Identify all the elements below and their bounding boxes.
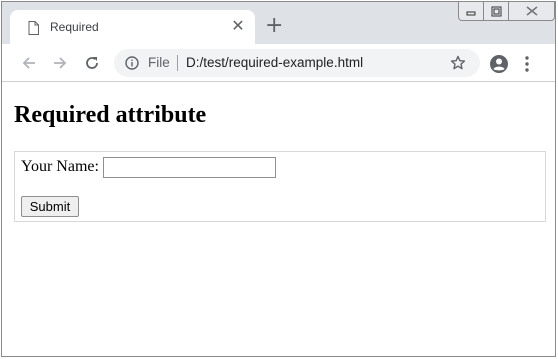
address-bar[interactable]: File D:/test/required-example.html	[114, 49, 480, 77]
name-label: Your Name:	[21, 158, 99, 175]
reload-icon	[86, 57, 98, 69]
close-tab-icon[interactable]: ✕	[230, 19, 246, 35]
minimize-button[interactable]	[458, 2, 484, 21]
restore-icon	[491, 6, 501, 16]
star-icon[interactable]	[450, 55, 466, 71]
page-content: Required attribute Your Name: Submit	[2, 83, 555, 356]
close-icon	[526, 6, 537, 16]
toolbar: File D:/test/required-example.html	[2, 44, 555, 82]
info-icon[interactable]	[125, 56, 139, 70]
tab-required[interactable]: Required ✕	[10, 10, 255, 44]
page-title: Required attribute	[14, 102, 207, 128]
window-controls	[458, 2, 555, 22]
name-input[interactable]	[103, 157, 276, 178]
minimize-icon	[466, 11, 476, 16]
page-icon	[28, 21, 39, 35]
tab-title: Required	[50, 20, 99, 34]
omnibox-divider	[177, 55, 178, 71]
restore-button[interactable]	[484, 2, 509, 21]
close-window-button[interactable]	[509, 2, 555, 21]
browser-window: Required ✕ + File D:/test/required-examp…	[1, 1, 556, 357]
url-text[interactable]: D:/test/required-example.html	[186, 55, 363, 70]
back-button[interactable]	[19, 53, 39, 73]
back-arrow-icon	[22, 57, 35, 69]
form-fieldset: Your Name: Submit	[14, 151, 546, 222]
scheme-label: File	[148, 55, 170, 70]
reload-button[interactable]	[82, 53, 102, 73]
tab-strip: Required ✕ +	[2, 2, 555, 44]
forward-button[interactable]	[50, 53, 70, 73]
submit-button[interactable]: Submit	[21, 196, 79, 217]
forward-arrow-icon	[54, 57, 67, 69]
new-tab-icon[interactable]: +	[265, 15, 283, 37]
profile-icon[interactable]	[489, 54, 509, 74]
kebab-menu-icon[interactable]	[524, 55, 530, 73]
